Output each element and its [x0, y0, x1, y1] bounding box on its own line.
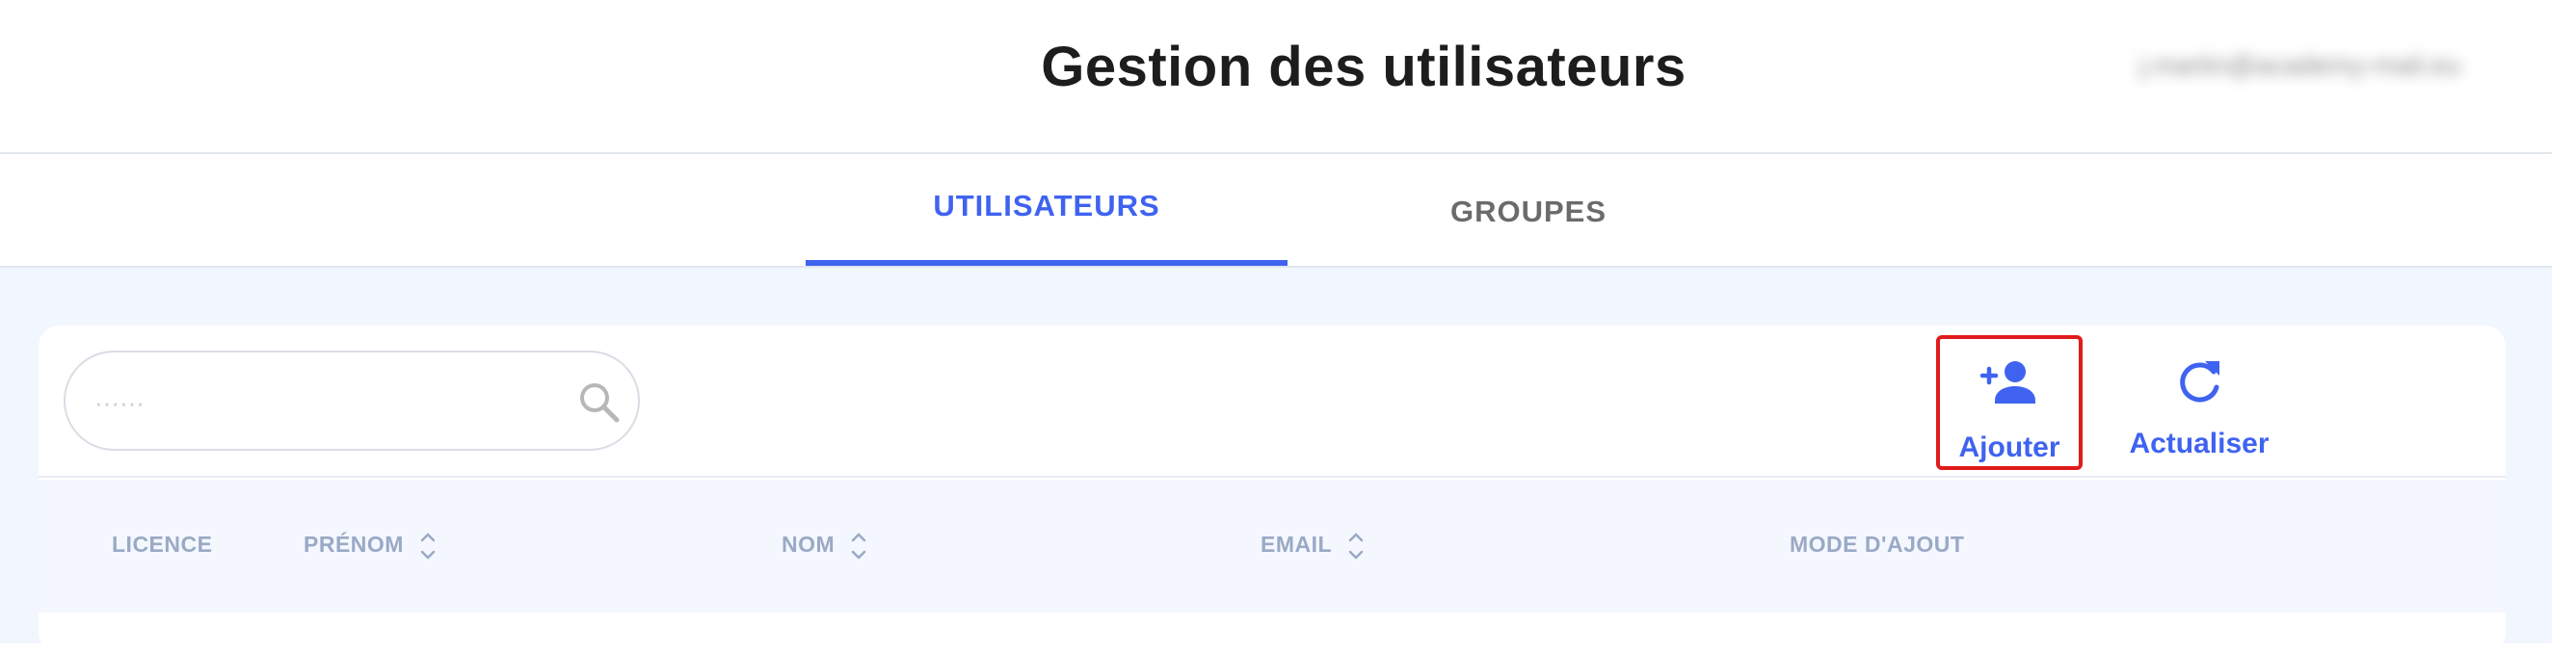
column-header-email[interactable]: EMAIL	[1261, 532, 1365, 562]
column-label: LICENCE	[112, 532, 213, 557]
sort-icon[interactable]	[419, 530, 437, 562]
sort-icon[interactable]	[850, 530, 867, 562]
table-header: LICENCE PRÉNOM NOM EMAIL MODE D'AJOUT	[39, 480, 2506, 613]
column-header-mode-ajout: MODE D'AJOUT	[1790, 532, 1964, 558]
search-input[interactable]	[94, 372, 538, 433]
app-header: Gestion des utilisateurs j.martin@academ…	[0, 0, 2576, 152]
column-header-nom[interactable]: NOM	[782, 532, 867, 562]
refresh-icon	[2180, 361, 2219, 403]
search-box	[64, 351, 640, 451]
tab-groupes[interactable]: GROUPES	[1288, 154, 1769, 266]
add-user-label: Ajouter	[1958, 431, 2060, 463]
column-label: MODE D'AJOUT	[1790, 532, 1965, 557]
add-user-button[interactable]: Ajouter	[1936, 335, 2083, 470]
users-card: Ajouter Actualiser LICENCE PRÉNOM	[39, 326, 2506, 653]
refresh-button[interactable]: Actualiser	[2122, 335, 2276, 470]
column-header-prenom[interactable]: PRÉNOM	[304, 532, 437, 562]
refresh-label: Actualiser	[2129, 428, 2270, 459]
content-area: Ajouter Actualiser LICENCE PRÉNOM	[0, 268, 2552, 653]
user-email[interactable]: j.martin@academy-mail.eu	[2139, 50, 2535, 87]
column-label: NOM	[782, 532, 836, 557]
column-label: EMAIL	[1261, 532, 1333, 557]
column-header-licence: LICENCE	[112, 532, 212, 558]
active-tab-indicator	[806, 260, 1288, 266]
sort-icon[interactable]	[1347, 530, 1365, 562]
search-icon[interactable]	[576, 379, 623, 426]
tab-bar: UTILISATEURS GROUPES	[0, 154, 2552, 268]
toolbar: Ajouter Actualiser	[39, 326, 2506, 478]
add-user-icon	[1979, 361, 2035, 404]
table-body	[39, 613, 2506, 653]
column-label: PRÉNOM	[304, 532, 404, 557]
tab-utilisateurs[interactable]: UTILISATEURS	[806, 154, 1288, 266]
